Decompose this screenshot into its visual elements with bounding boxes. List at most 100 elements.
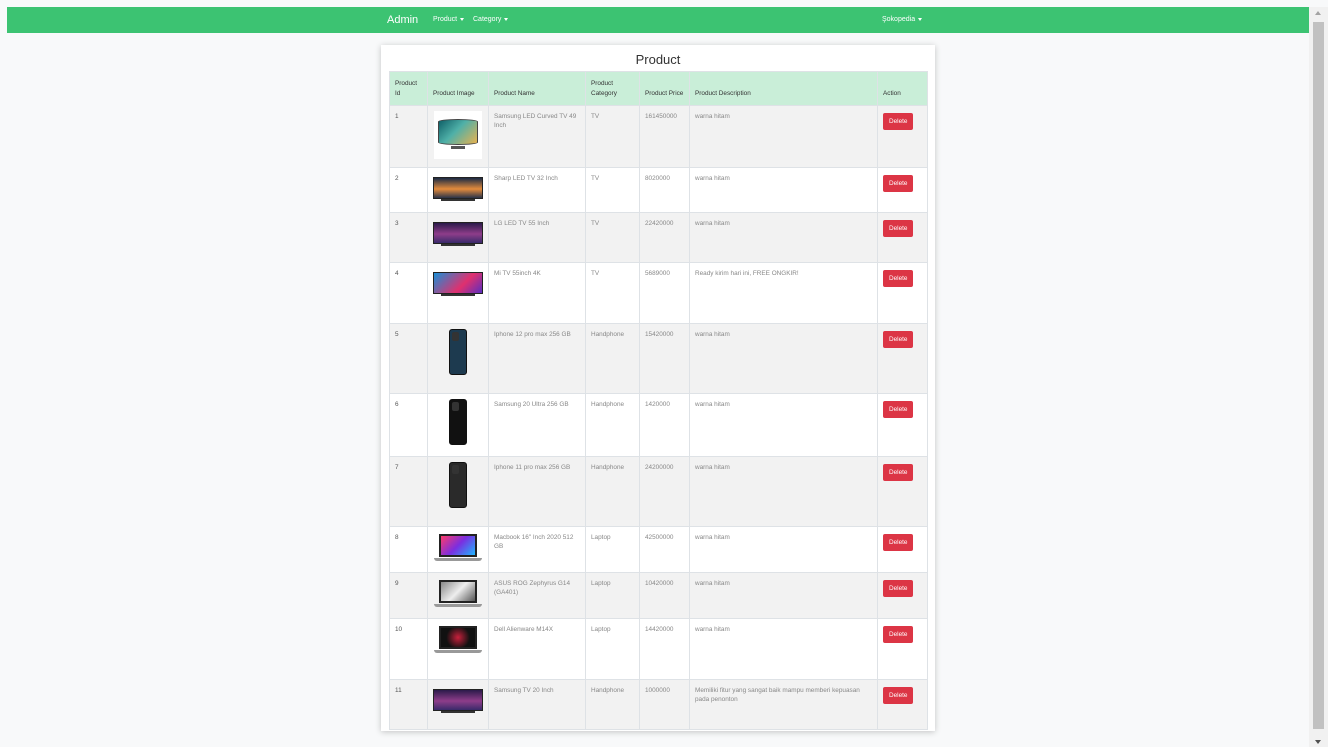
cell-product-price: 22420000 xyxy=(639,212,690,264)
top-navbar: Admin Product Category Şokopedia xyxy=(7,7,1309,33)
delete-button[interactable]: Delete xyxy=(883,626,914,644)
cell-action: Delete xyxy=(877,262,928,325)
scrollbar-thumb[interactable] xyxy=(1313,22,1324,729)
cell-product-id: 10 xyxy=(389,618,428,681)
cell-product-id: 9 xyxy=(389,571,428,620)
laptop-icon xyxy=(434,532,482,564)
cell-product-description: warna hitam xyxy=(689,167,878,214)
cell-product-category: Handphone xyxy=(585,455,640,527)
cell-product-description: warna hitam xyxy=(689,212,878,264)
curved-tv-icon xyxy=(434,111,482,159)
cell-product-category: TV xyxy=(585,212,640,264)
cell-product-category: Handphone xyxy=(585,679,640,731)
nav-product-label: Product xyxy=(433,16,458,23)
cell-product-price: 15420000 xyxy=(639,323,690,395)
cell-product-id: 11 xyxy=(389,679,428,731)
cell-product-category: TV xyxy=(585,262,640,325)
cell-product-name: Mi TV 55inch 4K xyxy=(488,262,586,325)
cell-action: Delete xyxy=(877,679,928,731)
delete-button[interactable]: Delete xyxy=(883,270,914,288)
cell-product-id: 7 xyxy=(389,455,428,527)
cell-action: Delete xyxy=(877,104,928,169)
delete-button[interactable]: Delete xyxy=(883,533,914,551)
tv-icon xyxy=(433,173,483,203)
cell-product-name: Iphone 12 pro max 256 GB xyxy=(488,323,586,395)
scroll-up-icon[interactable] xyxy=(1315,11,1321,15)
cell-product-image xyxy=(427,393,489,457)
cell-product-image xyxy=(427,323,489,395)
cell-product-image xyxy=(427,618,489,681)
table-row: 3 LG LED TV 55 Inch TV 22420000 warna hitam D… xyxy=(389,212,928,264)
chevron-down-icon xyxy=(460,17,465,21)
cell-product-category: Laptop xyxy=(585,571,640,620)
cell-action: Delete xyxy=(877,323,928,395)
header-product-name: Product Name xyxy=(488,71,586,106)
page-title: Product xyxy=(635,52,681,67)
cell-product-price: 10420000 xyxy=(639,571,690,620)
tv-icon xyxy=(433,685,483,715)
table-header-row: Product Id Product Image Product Name Pr… xyxy=(389,71,928,106)
table-row: 5 Iphone 12 pro max 256 GB Handphone 154200… xyxy=(389,323,928,395)
laptop-icon xyxy=(434,624,482,656)
delete-button[interactable]: Delete xyxy=(883,331,914,349)
cell-product-description: warna hitam xyxy=(689,393,878,457)
table-row: 4 Mi TV 55inch 4K TV 5689000 Ready kirim har… xyxy=(389,262,928,325)
delete-button[interactable]: Delete xyxy=(883,463,914,481)
delete-button[interactable]: Delete xyxy=(883,401,914,419)
scroll-down-icon[interactable] xyxy=(1315,740,1321,744)
table-row: 11 Samsung TV 20 Inch Handphone 1000000 Memi… xyxy=(389,679,928,731)
delete-button[interactable]: Delete xyxy=(883,579,914,597)
brand-link[interactable]: Admin xyxy=(387,14,418,26)
cell-product-name: Sharp LED TV 32 Inch xyxy=(488,167,586,214)
table-row: 6 Samsung 20 Ultra 256 GB Handphone 1420000… xyxy=(389,393,928,457)
nav-category-dropdown[interactable]: Category xyxy=(473,16,509,23)
delete-button[interactable]: Delete xyxy=(883,113,914,130)
table-row: 1 Samsung LED Curved TV 49 Inch TV 16145000… xyxy=(389,104,928,169)
cell-product-description: Ready kirim hari ini, FREE ONGKIR! xyxy=(689,262,878,325)
cell-product-description: warna hitam xyxy=(689,455,878,527)
product-table: Product Id Product Image Product Name Pr… xyxy=(389,71,928,731)
cell-product-description: warna hitam xyxy=(689,618,878,681)
nav-store-label: Şokopedia xyxy=(882,16,916,23)
cell-product-category: Laptop xyxy=(585,618,640,681)
cell-action: Delete xyxy=(877,212,928,264)
tv-icon xyxy=(433,218,483,248)
cell-product-name: Dell Alienware M14X xyxy=(488,618,586,681)
cell-product-price: 8020000 xyxy=(639,167,690,214)
cell-product-name: Samsung TV 20 Inch xyxy=(488,679,586,731)
cell-product-category: Handphone xyxy=(585,323,640,395)
cell-product-name: Samsung 20 Ultra 256 GB xyxy=(488,393,586,457)
header-product-id: Product Id xyxy=(389,71,428,106)
delete-button[interactable]: Delete xyxy=(883,175,914,193)
cell-product-price: 5689000 xyxy=(639,262,690,325)
delete-button[interactable]: Delete xyxy=(883,220,914,238)
cell-action: Delete xyxy=(877,618,928,681)
chevron-down-icon xyxy=(504,17,509,21)
cell-product-name: Iphone 11 pro max 256 GB xyxy=(488,455,586,527)
nav-product-dropdown[interactable]: Product xyxy=(433,16,465,23)
header-product-image: Product Image xyxy=(427,71,489,106)
cell-product-name: Macbook 16" Inch 2020 512 GB xyxy=(488,525,586,573)
vertical-scrollbar[interactable] xyxy=(1309,7,1328,747)
cell-product-id: 5 xyxy=(389,323,428,395)
delete-button[interactable]: Delete xyxy=(883,687,914,705)
cell-product-image xyxy=(427,104,489,169)
table-row: 10 Dell Alienware M14X Laptop 14420000 warna… xyxy=(389,618,928,681)
cell-product-price: 42500000 xyxy=(639,525,690,573)
nav-store-dropdown[interactable]: Şokopedia xyxy=(882,16,923,23)
cell-product-name: LG LED TV 55 Inch xyxy=(488,212,586,264)
laptop-icon xyxy=(434,578,482,610)
header-product-price: Product Price xyxy=(639,71,690,106)
cell-product-id: 1 xyxy=(389,104,428,169)
cell-product-price: 14420000 xyxy=(639,618,690,681)
cell-product-description: warna hitam xyxy=(689,104,878,169)
cell-product-image xyxy=(427,571,489,620)
tv-icon xyxy=(433,268,483,298)
cell-action: Delete xyxy=(877,167,928,214)
cell-action: Delete xyxy=(877,525,928,573)
cell-product-category: TV xyxy=(585,104,640,169)
cell-product-price: 1420000 xyxy=(639,393,690,457)
cell-product-price: 24200000 xyxy=(639,455,690,527)
nav-category-label: Category xyxy=(473,16,502,23)
chevron-down-icon xyxy=(918,17,923,21)
